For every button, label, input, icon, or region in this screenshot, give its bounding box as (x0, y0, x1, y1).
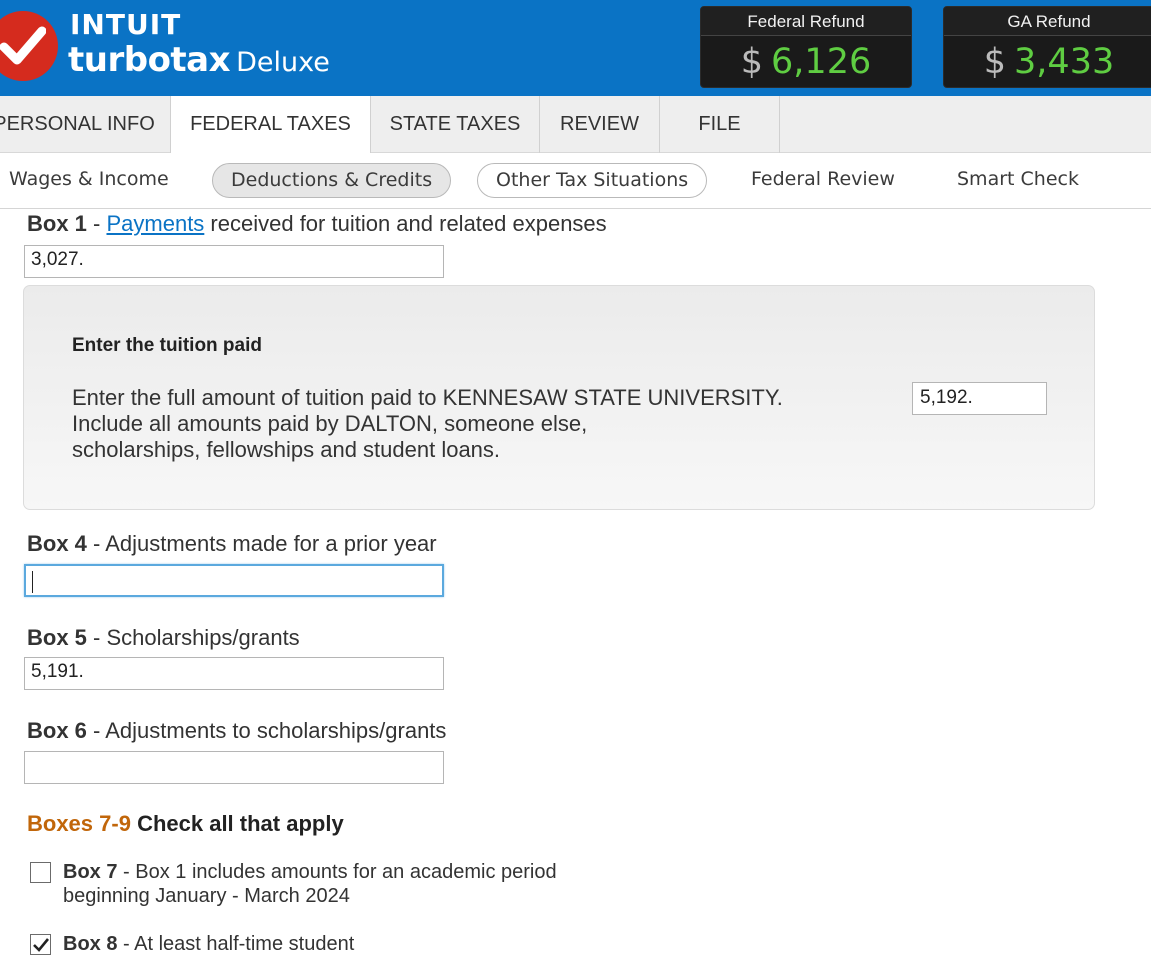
box4-description: - Adjustments made for a prior year (86, 531, 437, 556)
turbotax-checkmark-logo-icon (0, 11, 58, 81)
tuition-instruction-line-1: Enter the full amount of tuition paid to… (72, 385, 783, 410)
state-refund-meter[interactable]: GA Refund $3,433 (943, 6, 1151, 88)
subnav-wages-income[interactable]: Wages & Income (9, 163, 169, 198)
box8-text: Box 8 - At least half-time student (63, 932, 354, 956)
subnav-federal-review[interactable]: Federal Review (751, 163, 895, 198)
box8-description: - At least half-time student (117, 933, 355, 955)
box5-label: Box 5 - Scholarships/grants (27, 625, 300, 651)
text-caret (32, 571, 33, 593)
subnav-other-tax-situations[interactable]: Other Tax Situations (477, 163, 708, 198)
box6-label: Box 6 - Adjustments to scholarships/gran… (27, 718, 446, 744)
box1-number: Box 1 (27, 211, 87, 236)
app-header: INTUIT turbotax Deluxe Federal Refund $6,… (0, 0, 1151, 96)
tuition-panel-instructions: Enter the full amount of tuition paid to… (72, 385, 783, 463)
federal-refund-amount: $6,126 (701, 36, 911, 87)
tab-federal-taxes[interactable]: FEDERAL TAXES (170, 96, 371, 154)
box7-description-1: - Box 1 includes amounts for an academic… (117, 861, 557, 883)
brand-edition: Deluxe (236, 47, 330, 78)
tab-review[interactable]: REVIEW (540, 96, 660, 153)
tab-state-taxes[interactable]: STATE TAXES (371, 96, 540, 153)
sub-navigation: Wages & Income Deductions & Credits Othe… (0, 153, 1151, 209)
tab-file[interactable]: FILE (660, 96, 780, 153)
state-refund-currency: $ (983, 42, 1007, 82)
box7-line-1: Box 7 - Box 1 includes amounts for an ac… (63, 860, 557, 884)
payments-link[interactable]: Payments (106, 211, 204, 236)
state-refund-value: 3,433 (1014, 42, 1115, 82)
subnav-deductions-credits[interactable]: Deductions & Credits (212, 163, 452, 198)
boxes-7-9-range: Boxes 7-9 (27, 811, 131, 836)
tuition-instruction-line-3: scholarships, fellowships and student lo… (72, 437, 501, 462)
box8-checkbox[interactable] (30, 934, 51, 955)
main-tabs: PERSONAL INFO FEDERAL TAXES STATE TAXES … (0, 96, 1151, 154)
box7-text: Box 7 - Box 1 includes amounts for an ac… (63, 860, 557, 908)
tuition-panel-title: Enter the tuition paid (72, 335, 262, 356)
federal-refund-meter[interactable]: Federal Refund $6,126 (700, 6, 912, 88)
box5-scholarships-input[interactable]: 5,191. (24, 657, 444, 690)
brand-product: turbotax Deluxe (68, 40, 330, 80)
box7-checkbox[interactable] (30, 862, 51, 883)
state-refund-amount: $3,433 (944, 36, 1151, 87)
tuition-instruction-line-2: Include all amounts paid by DALTON, some… (72, 411, 588, 436)
box4-number: Box 4 (27, 531, 87, 556)
subnav-smart-check[interactable]: Smart Check (957, 163, 1079, 198)
box6-number: Box 6 (27, 718, 87, 743)
tab-personal-info[interactable]: PERSONAL INFO (0, 96, 171, 153)
state-refund-label: GA Refund (944, 7, 1151, 36)
federal-refund-label: Federal Refund (701, 7, 911, 36)
boxes-7-9-instruction: Check all that apply (130, 811, 344, 836)
box1-payments-input[interactable]: 3,027. (24, 245, 444, 278)
tuition-paid-panel: Enter the tuition paid Enter the full am… (23, 285, 1095, 510)
box6-adjustments-scholarships-input[interactable] (24, 751, 444, 784)
box8-number: Box 8 (63, 933, 118, 955)
federal-refund-currency: $ (740, 42, 764, 82)
checkmark-icon (33, 938, 50, 952)
box5-description: - Scholarships/grants (86, 625, 300, 650)
box5-number: Box 5 (27, 625, 87, 650)
box1-description: received for tuition and related expense… (204, 211, 607, 236)
box1-separator: - (86, 211, 107, 236)
brand-product-name: turbotax (68, 40, 231, 80)
federal-refund-value: 6,126 (771, 42, 872, 82)
box1-label: Box 1 - Payments received for tuition an… (27, 211, 607, 237)
boxes-7-9-heading: Boxes 7-9 Check all that apply (27, 811, 344, 837)
box7-number: Box 7 (63, 861, 118, 883)
box4-adjustments-input[interactable] (24, 564, 444, 597)
box6-description: - Adjustments to scholarships/grants (86, 718, 447, 743)
box4-label: Box 4 - Adjustments made for a prior yea… (27, 531, 437, 557)
box7-description-2: beginning January - March 2024 (63, 885, 350, 907)
brand-company: INTUIT (70, 8, 182, 41)
tuition-paid-input[interactable]: 5,192. (912, 382, 1047, 415)
